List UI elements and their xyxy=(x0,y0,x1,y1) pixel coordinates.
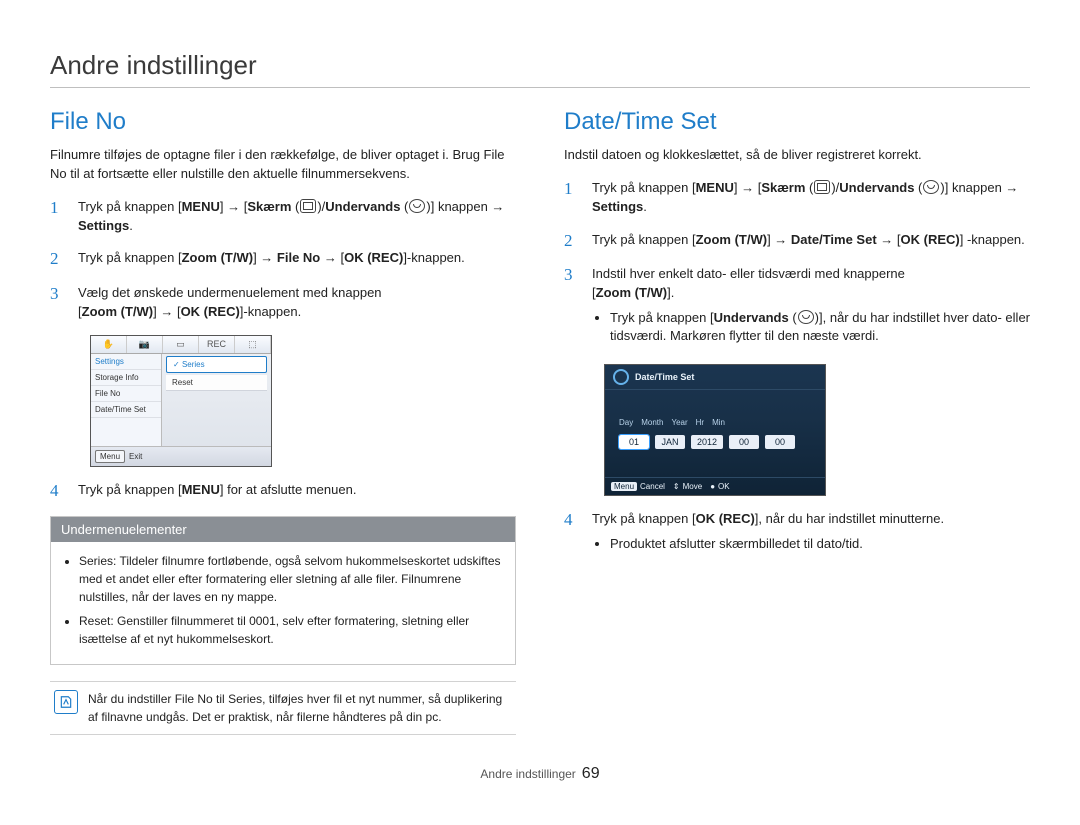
submenu-item-reset: Reset: Genstiller filnummeret til 0001, … xyxy=(79,612,501,648)
step-num: 1 xyxy=(50,198,64,236)
heading-date-time-set: Date/Time Set xyxy=(564,108,1030,136)
step-3: 3 Indstil hver enkelt dato- eller tidsvæ… xyxy=(564,265,1030,350)
label-day: Day xyxy=(619,418,633,427)
menu-item-storage-info: Storage Info xyxy=(91,370,161,386)
step-num: 4 xyxy=(50,481,64,501)
cam-footer-exit: Exit xyxy=(129,452,142,461)
display-icon xyxy=(814,180,830,194)
step-body: Tryk på knappen [OK (REC)], når du har i… xyxy=(592,510,1030,558)
step-body: Tryk på knappen [Zoom (T/W)] → File No →… xyxy=(78,249,516,269)
step-body: Tryk på knappen [MENU] for at afslutte m… xyxy=(78,481,516,501)
label-min: Min xyxy=(712,418,725,427)
intro-file-no: Filnumre tilføjes de optagne filer i den… xyxy=(50,146,516,184)
cam-footer-menu: Menu xyxy=(95,450,125,463)
display-icon xyxy=(300,199,316,213)
col-date-time-set: Date/Time Set Indstil datoen og klokkesl… xyxy=(564,108,1030,735)
col-file-no: File No Filnumre tilføjes de optagne fil… xyxy=(50,108,516,735)
substep: Tryk på knappen [Undervands ()], når du … xyxy=(610,309,1030,347)
gear-icon xyxy=(613,369,629,385)
underwater-icon xyxy=(798,310,814,324)
cam-tab: ▭ xyxy=(163,336,199,353)
step-2: 2 Tryk på knappen [Zoom (T/W)] → File No… xyxy=(50,249,516,269)
menu-item-date-time-set: Date/Time Set xyxy=(91,402,161,418)
option-reset: Reset xyxy=(166,375,267,391)
label-month: Month xyxy=(641,418,663,427)
step-num: 3 xyxy=(50,284,64,322)
step-3: 3 Vælg det ønskede undermenuelement med … xyxy=(50,284,516,322)
page-title: Andre indstillinger xyxy=(50,50,1030,88)
step-body: Vælg det ønskede undermenuelement med kn… xyxy=(78,284,516,322)
cam-tab: ⬚ xyxy=(235,336,271,353)
step-num: 4 xyxy=(564,510,578,558)
page-footer: Andre indstillinger69 xyxy=(50,765,1030,783)
submenu-item-series: Series: Tildeler filnumre fortløbende, o… xyxy=(79,552,501,606)
step-num: 2 xyxy=(564,231,578,251)
note-text: Når du indstiller File No til Series, ti… xyxy=(88,690,512,726)
cam-tab: ✋ xyxy=(91,336,127,353)
step-num: 3 xyxy=(564,265,578,350)
heading-file-no: File No xyxy=(50,108,516,136)
step-4: 4 Tryk på knappen [OK (REC)], når du har… xyxy=(564,510,1030,558)
substep: Produktet afslutter skærmbilledet til da… xyxy=(610,535,1030,554)
cam-tab: 📷 xyxy=(127,336,163,353)
menu-item-file-no: File No xyxy=(91,386,161,402)
underwater-icon xyxy=(923,180,939,194)
step-body: Tryk på knappen [Zoom (T/W)] → Date/Time… xyxy=(592,231,1030,251)
screenshot-date-time: Date/Time Set Day Month Year Hr Min 01 J… xyxy=(604,364,826,496)
note-box: Når du indstiller File No til Series, ti… xyxy=(50,681,516,735)
cam-tab: REC xyxy=(199,336,235,353)
submenu-heading: Undermenuelementer xyxy=(51,517,515,542)
option-series: ✓ Series xyxy=(166,356,267,373)
step-1: 1 Tryk på knappen [MENU] → [Skærm ()/Und… xyxy=(50,198,516,236)
value-hr: 00 xyxy=(729,435,759,449)
intro-date-time: Indstil datoen og klokkeslættet, så de b… xyxy=(564,146,1030,165)
value-min: 00 xyxy=(765,435,795,449)
submenu-box: Undermenuelementer Series: Tildeler filn… xyxy=(50,516,516,665)
label-year: Year xyxy=(671,418,687,427)
step-body: Indstil hver enkelt dato- eller tidsværd… xyxy=(592,265,1030,350)
value-day: 01 xyxy=(619,435,649,449)
step-1: 1 Tryk på knappen [MENU] → [Skærm ()/Und… xyxy=(564,179,1030,217)
step-num: 1 xyxy=(564,179,578,217)
menu-item-settings: Settings xyxy=(91,354,161,370)
step-num: 2 xyxy=(50,249,64,269)
value-year: 2012 xyxy=(691,435,723,449)
step-body: Tryk på knappen [MENU] → [Skærm ()/Under… xyxy=(592,179,1030,217)
step-4: 4 Tryk på knappen [MENU] for at afslutte… xyxy=(50,481,516,501)
note-icon xyxy=(54,690,78,714)
step-body: Tryk på knappen [MENU] → [Skærm ()/Under… xyxy=(78,198,516,236)
underwater-icon xyxy=(409,199,425,213)
cam-title: Date/Time Set xyxy=(635,372,694,382)
screenshot-file-no: ✋ 📷 ▭ REC ⬚ Settings Storage Info File N… xyxy=(90,335,272,467)
value-month: JAN xyxy=(655,435,685,449)
label-hr: Hr xyxy=(696,418,704,427)
step-2: 2 Tryk på knappen [Zoom (T/W)] → Date/Ti… xyxy=(564,231,1030,251)
